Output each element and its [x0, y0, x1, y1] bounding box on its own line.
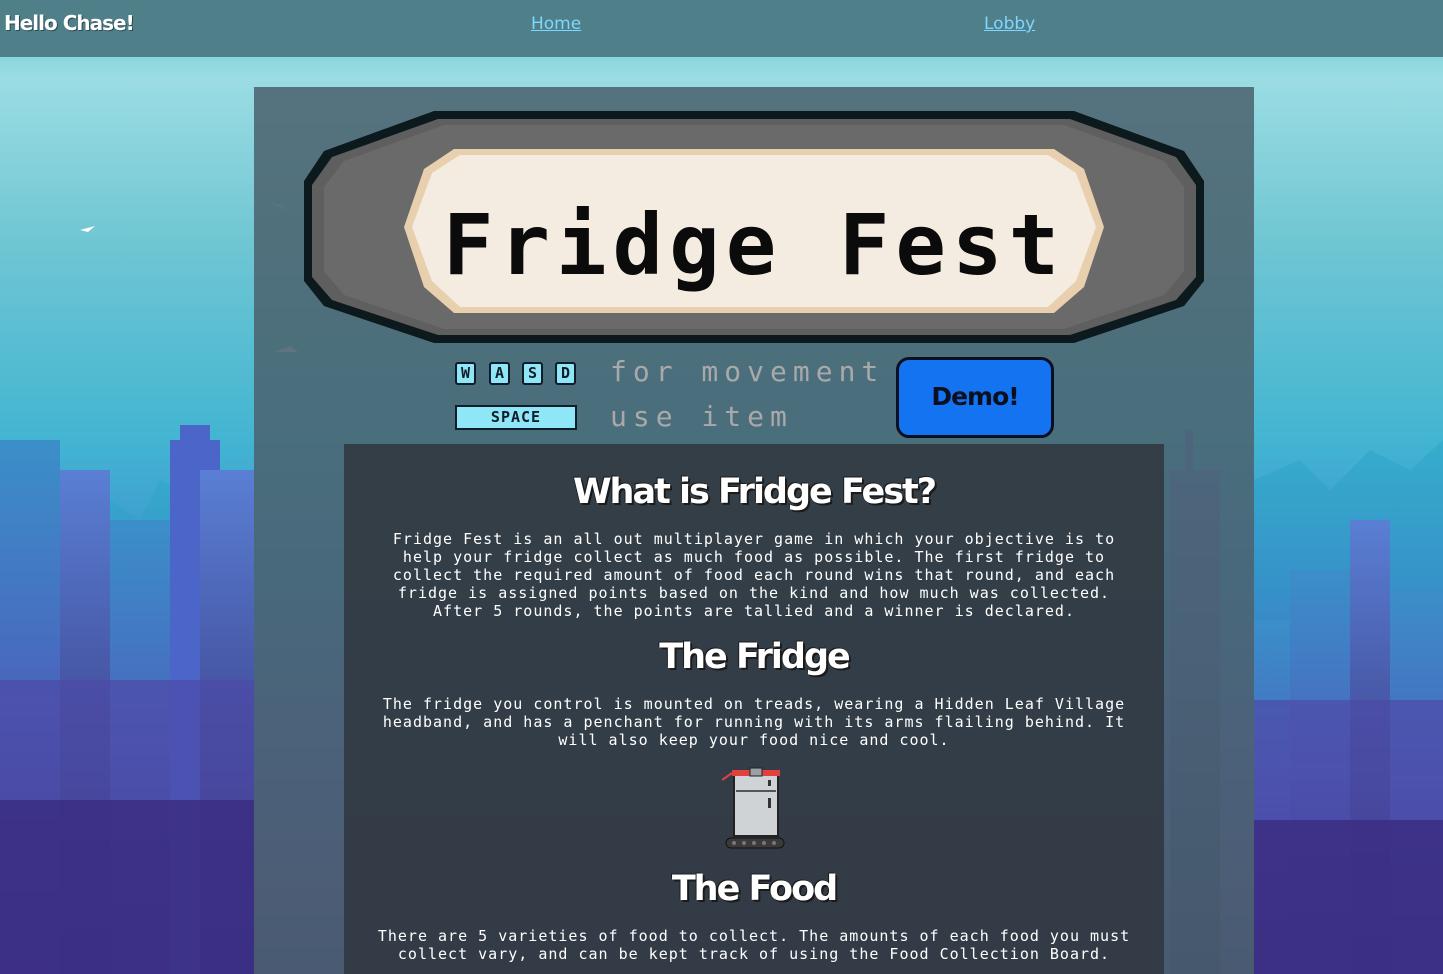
nav-link-lobby[interactable]: Lobby [984, 14, 1035, 34]
info-box: What is Fridge Fest? Fridge Fest is an a… [344, 444, 1164, 974]
what-is-heading: What is Fridge Fest? [572, 472, 937, 512]
food-body: There are 5 varieties of food to collect… [377, 927, 1131, 963]
what-is-body-wrap: Fridge Fest is an all out multiplayer ga… [372, 530, 1136, 620]
key-s: S [522, 362, 543, 385]
movement-instruction: for movement [610, 355, 885, 388]
section-fridge: The Fridge [344, 637, 1164, 677]
game-title: Fridge Fest [442, 196, 1066, 294]
section-food: The Food [344, 869, 1164, 909]
item-instruction: use item [610, 400, 793, 433]
section-what-is: What is Fridge Fest? [344, 472, 1164, 512]
demo-button[interactable]: Demo! [896, 357, 1054, 438]
what-is-body: Fridge Fest is an all out multiplayer ga… [392, 530, 1116, 620]
food-heading: The Food [671, 869, 838, 909]
key-space: SPACE [455, 405, 577, 430]
key-d: D [555, 362, 576, 385]
fridge-body: The fridge you control is mounted on tre… [382, 695, 1126, 749]
nav-link-home[interactable]: Home [531, 14, 581, 34]
user-greeting: Hello Chase! [4, 11, 135, 35]
food-body-wrap: There are 5 varieties of food to collect… [356, 927, 1152, 963]
key-w: W [455, 362, 476, 385]
top-nav-bar: Hello Chase! Home Lobby [0, 0, 1443, 57]
fridge-heading: The Fridge [659, 637, 851, 677]
main-panel: Fridge Fest W A S D for movement SPACE u… [254, 87, 1254, 974]
fridge-body-wrap: The fridge you control is mounted on tre… [362, 695, 1146, 749]
title-banner: Fridge Fest [304, 111, 1204, 343]
key-a: A [489, 362, 510, 385]
fridge-character-icon [722, 767, 785, 849]
